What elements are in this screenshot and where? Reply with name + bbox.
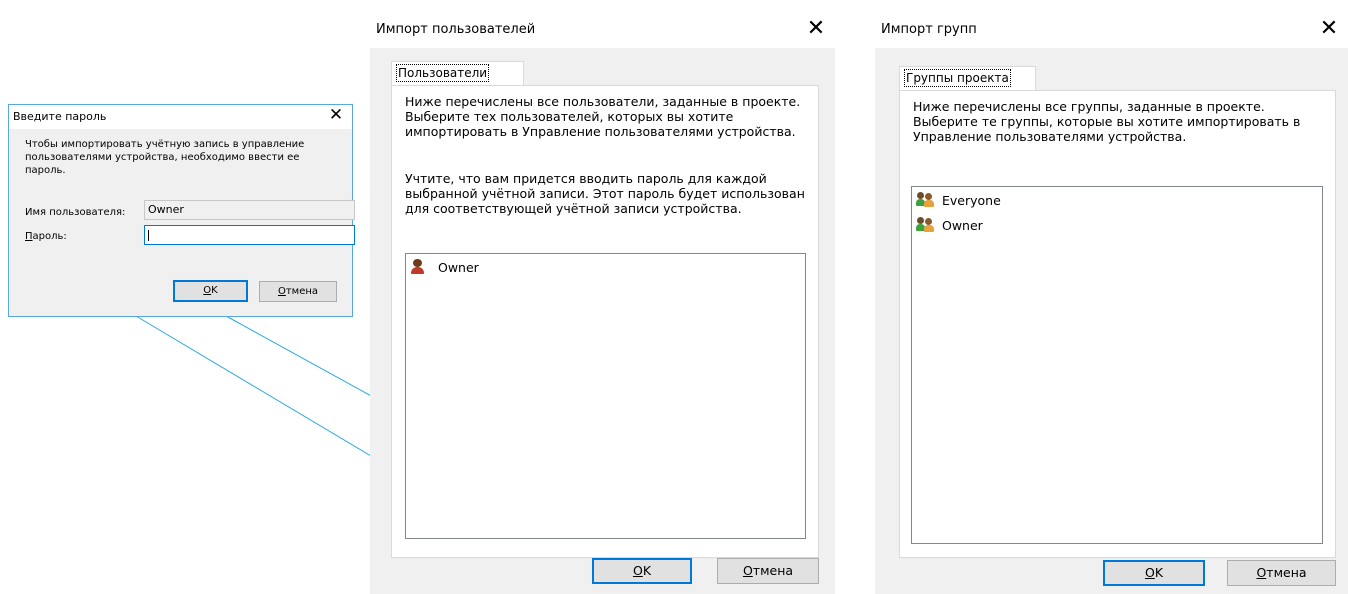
tab-project-groups[interactable]: Группы проекта — [899, 66, 1036, 91]
import-users-dialog: Импорт пользователей ✕ Пользователи Ниже… — [370, 12, 835, 594]
cancel-button[interactable]: Отмена — [1227, 560, 1336, 586]
groups-list[interactable]: Everyone Owner — [911, 186, 1323, 544]
password-field[interactable] — [144, 225, 355, 245]
password-dialog-title: Введите пароль — [13, 110, 107, 123]
groups-paragraph: Ниже перечислены все группы, заданные в … — [913, 99, 1301, 144]
group-icon — [916, 192, 934, 208]
list-item-group-everyone[interactable]: Everyone — [916, 192, 1001, 208]
import-groups-dialog: Импорт групп ✕ Группы проекта Ниже переч… — [875, 12, 1348, 594]
groups-tab-panel: Ниже перечислены все группы, заданные в … — [899, 90, 1336, 558]
list-item-user-owner[interactable]: Owner — [410, 259, 479, 275]
username-field[interactable]: Owner — [144, 200, 355, 220]
list-item-label: Owner — [942, 217, 983, 233]
import-users-title: Импорт пользователей — [376, 22, 536, 37]
password-dialog-titlebar: Введите пароль ✕ — [9, 105, 352, 129]
group-icon — [916, 217, 934, 233]
tab-users[interactable]: Пользователи — [391, 61, 524, 86]
users-tab-panel: Ниже перечислены все пользователи, задан… — [391, 85, 819, 558]
password-label: Пароль: — [25, 231, 67, 242]
list-item-label: Everyone — [942, 192, 1001, 208]
ok-button[interactable]: OK — [592, 558, 692, 584]
users-paragraph-2: Учтите, что вам придется вводить пароль … — [405, 171, 805, 216]
ok-button[interactable]: OK — [173, 280, 248, 302]
list-item-group-owner[interactable]: Owner — [916, 217, 983, 233]
cancel-button[interactable]: Отмена — [717, 558, 819, 584]
ok-button[interactable]: OK — [1103, 560, 1205, 586]
password-dialog: Введите пароль ✕ Чтобы импортировать учё… — [8, 104, 355, 317]
list-item-label: Owner — [438, 259, 479, 275]
password-dialog-description: Чтобы импортировать учётную запись в упр… — [25, 139, 305, 176]
user-icon — [410, 259, 426, 275]
username-label: Имя пользователя: — [25, 207, 126, 218]
import-groups-title: Импорт групп — [881, 22, 977, 37]
import-groups-titlebar: Импорт групп ✕ — [875, 12, 1348, 48]
close-icon[interactable]: ✕ — [1318, 18, 1340, 40]
text-caret — [148, 229, 149, 241]
close-icon[interactable]: ✕ — [328, 107, 344, 124]
cancel-button[interactable]: Отмена — [259, 281, 337, 302]
close-icon[interactable]: ✕ — [805, 18, 827, 40]
import-users-titlebar: Импорт пользователей ✕ — [370, 12, 835, 48]
users-list[interactable]: Owner — [405, 253, 806, 539]
users-paragraph-1: Ниже перечислены все пользователи, задан… — [405, 94, 801, 139]
